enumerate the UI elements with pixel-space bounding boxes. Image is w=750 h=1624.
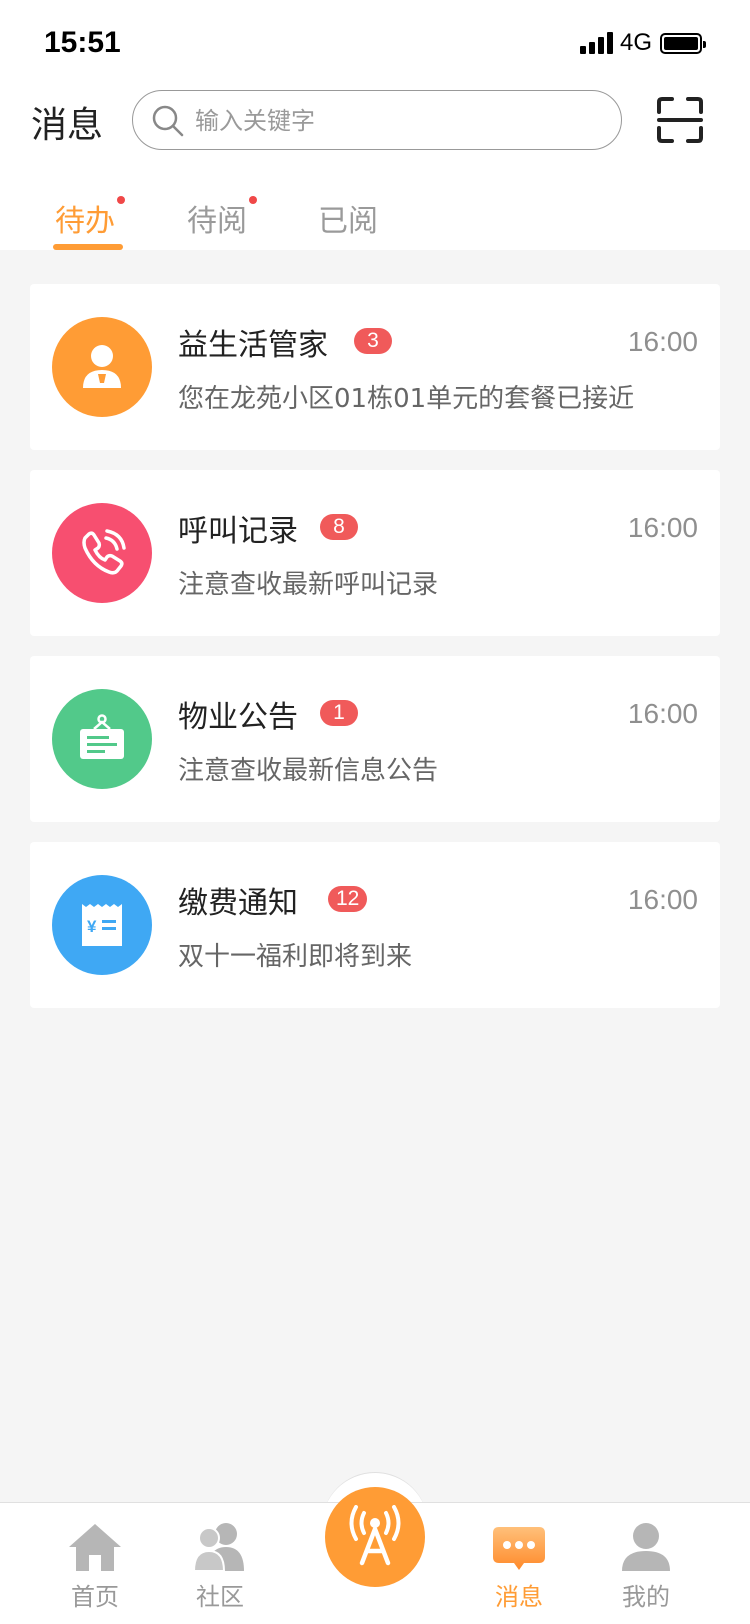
message-title: 呼叫记录 — [178, 514, 298, 549]
network-type: 4G — [620, 29, 653, 56]
tabbar-item-messages[interactable]: 消息 — [469, 1521, 569, 1621]
active-tab-indicator — [53, 244, 123, 250]
tabbar-center-button[interactable] — [325, 1487, 425, 1587]
tabbar-item-community[interactable]: 社区 — [170, 1521, 270, 1621]
message-card-payment[interactable]: ¥ 缴费通知 12 16:00 双十一福利即将到来 — [30, 842, 720, 1008]
unread-count-badge: 8 — [320, 514, 358, 540]
tab-to-read-label: 待阅 — [187, 204, 247, 239]
message-preview: 您在龙苑小区01栋01单元的套餐已接近 — [178, 384, 635, 414]
notice-board-icon — [52, 689, 152, 789]
message-time: 16:00 — [627, 698, 698, 729]
unread-dot — [249, 196, 257, 204]
tabbar-item-home[interactable]: 首页 — [45, 1521, 145, 1621]
message-card-property-notice[interactable]: 物业公告 1 16:00 注意查收最新信息公告 — [30, 656, 720, 822]
tab-todo[interactable]: 待办 — [55, 196, 125, 240]
unread-count-badge: 12 — [328, 886, 368, 912]
tab-todo-label: 待办 — [55, 204, 115, 239]
message-preview: 注意查收最新呼叫记录 — [178, 570, 439, 600]
message-time: 16:00 — [627, 884, 698, 915]
tabbar-label-community: 社区 — [196, 1583, 244, 1611]
top-header-area: 15:51 4G 消息 待办 待阅 已阅 — [0, 0, 750, 250]
message-title: 益生活管家 — [178, 328, 328, 363]
message-title: 缴费通知 — [178, 886, 298, 921]
unread-count-badge: 3 — [354, 328, 392, 354]
user-icon — [52, 317, 152, 417]
page-title: 消息 — [31, 105, 104, 146]
tab-read-label: 已阅 — [318, 204, 378, 239]
unread-dot — [117, 196, 125, 204]
phone-icon — [52, 503, 152, 603]
search-box[interactable] — [132, 90, 622, 150]
scan-icon[interactable] — [656, 96, 704, 144]
svg-text:¥: ¥ — [87, 917, 97, 936]
broadcast-antenna-icon — [349, 1505, 401, 1566]
message-preview: 双十一福利即将到来 — [178, 942, 413, 972]
search-input[interactable] — [195, 101, 605, 141]
profile-icon — [622, 1523, 670, 1571]
bill-icon: ¥ — [52, 875, 152, 975]
status-time: 15:51 — [44, 26, 121, 59]
search-icon — [152, 105, 184, 137]
tabbar-item-mine[interactable]: 我的 — [596, 1521, 696, 1621]
tab-read[interactable]: 已阅 — [318, 196, 378, 240]
home-icon — [69, 1524, 121, 1571]
status-bar: 15:51 4G — [0, 0, 750, 90]
signal-icon — [580, 32, 614, 54]
message-time: 16:00 — [627, 326, 698, 357]
message-icon — [493, 1527, 545, 1570]
tabbar-label-home: 首页 — [71, 1583, 119, 1611]
message-time: 16:00 — [627, 512, 698, 543]
message-title: 物业公告 — [178, 700, 298, 735]
community-icon — [192, 1523, 244, 1572]
tabbar-label-mine: 我的 — [622, 1583, 670, 1611]
tab-to-read[interactable]: 待阅 — [187, 196, 257, 240]
battery-icon — [660, 33, 706, 54]
message-card-butler[interactable]: 益生活管家 3 16:00 您在龙苑小区01栋01单元的套餐已接近 — [30, 284, 720, 450]
message-preview: 注意查收最新信息公告 — [178, 756, 439, 786]
message-card-call-records[interactable]: 呼叫记录 8 16:00 注意查收最新呼叫记录 — [30, 470, 720, 636]
tabbar-label-messages: 消息 — [495, 1583, 543, 1611]
unread-count-badge: 1 — [320, 700, 358, 726]
